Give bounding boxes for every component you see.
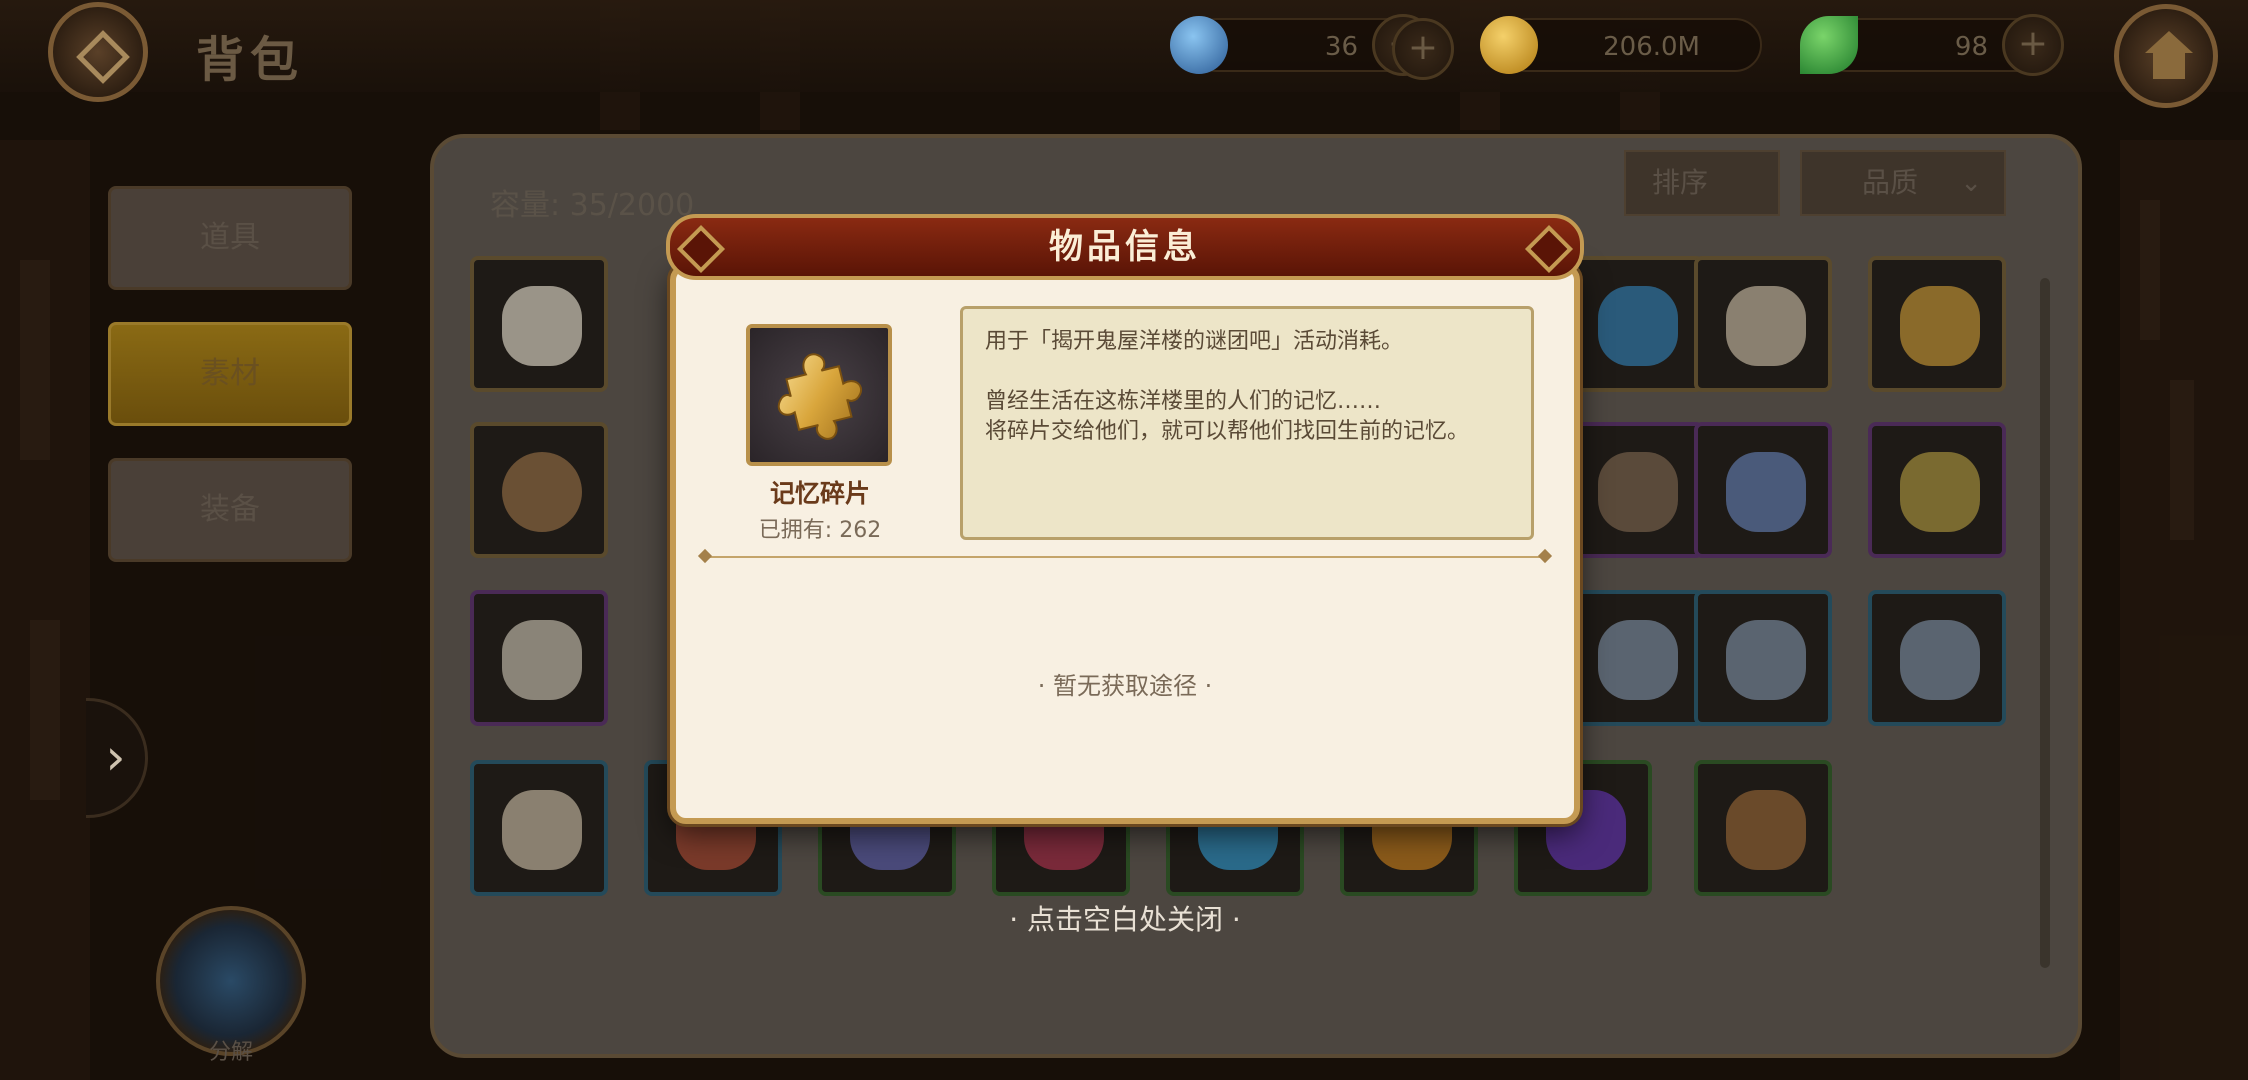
leaf-value: 98 xyxy=(1954,32,1988,62)
add-leaf-button[interactable]: + xyxy=(2002,14,2064,76)
home-button[interactable] xyxy=(2114,4,2218,108)
feather-icon xyxy=(502,286,582,366)
inventory-slot[interactable] xyxy=(470,590,608,726)
inventory-slot[interactable] xyxy=(1694,590,1832,726)
owned-value: 262 xyxy=(839,518,882,543)
description-line: 曾经生活在这栋洋楼里的人们的记忆…… xyxy=(985,389,1382,414)
banner-ornament-left xyxy=(676,224,726,274)
scroll-icon xyxy=(502,620,582,700)
add-gold-button[interactable]: + xyxy=(1392,18,1454,80)
leaf-icon xyxy=(1800,16,1858,74)
egg-icon xyxy=(502,452,582,532)
description-line: 将碎片交给他们，就可以帮他们找回生前的记忆。 xyxy=(985,419,1470,444)
no-source-text: · 暂无获取途径 · xyxy=(1037,672,1213,700)
divider xyxy=(697,548,1553,564)
diamond-icon xyxy=(1170,16,1228,74)
key-icon xyxy=(1900,620,1980,700)
quality-label: 品质 xyxy=(1862,166,1919,199)
parchment-icon xyxy=(502,790,582,870)
key-icon xyxy=(1726,620,1806,700)
decompose-button[interactable]: 分解 xyxy=(156,906,306,1065)
item-icon-frame xyxy=(746,324,892,466)
tab-items[interactable]: 道具 xyxy=(108,186,352,290)
diamond-value: 36 xyxy=(1324,32,1358,62)
puzzle-piece-icon xyxy=(1900,286,1980,366)
description-line: 用于「揭开鬼屋洋楼的谜团吧」活动消耗。 xyxy=(985,329,1404,354)
leaf-resource: 98 + xyxy=(1800,14,2064,76)
banner-ornament-right xyxy=(1524,224,1574,274)
cushion-icon xyxy=(1726,286,1806,366)
tab-materials[interactable]: 素材 xyxy=(108,322,352,426)
inventory-slot[interactable] xyxy=(470,760,608,896)
home-icon-body xyxy=(2153,53,2185,79)
capacity-label: 容量: 35/2000 xyxy=(490,188,695,223)
inventory-slot[interactable] xyxy=(1566,422,1704,558)
inventory-slot[interactable] xyxy=(1868,590,2006,726)
key-icon xyxy=(1598,620,1678,700)
puzzle-piece-icon xyxy=(777,353,863,440)
wand-icon xyxy=(1726,790,1806,870)
back-icon xyxy=(76,30,130,84)
inventory-slot[interactable] xyxy=(1868,256,2006,392)
add-gold-slot: + xyxy=(1392,18,1454,80)
item-icon xyxy=(1598,452,1678,532)
item-name: 记忆碎片 xyxy=(769,479,870,508)
blue-cloth-icon xyxy=(1598,286,1678,366)
quality-dropdown[interactable]: 品质 ⌄ xyxy=(1800,150,2006,216)
dialog-title: 物品信息 xyxy=(1049,227,1201,267)
inventory-slot[interactable] xyxy=(1694,422,1832,558)
decompose-label: 分解 xyxy=(208,1040,253,1065)
dialog-title-banner: 物品信息 xyxy=(666,214,1584,280)
inventory-slot[interactable] xyxy=(470,422,608,558)
home-icon xyxy=(2145,31,2193,53)
close-hint: · 点击空白处关闭 · xyxy=(1009,903,1241,936)
page-title: 背包 xyxy=(196,32,305,88)
owned-label: 已拥有: xyxy=(758,518,833,543)
owned-count: 已拥有: 262 xyxy=(700,512,940,544)
inventory-slot[interactable] xyxy=(1694,760,1832,896)
inventory-scrollbar[interactable] xyxy=(2040,278,2050,968)
tab-equipment[interactable]: 装备 xyxy=(108,458,352,562)
item-description: 用于「揭开鬼屋洋楼的谜团吧」活动消耗。 曾经生活在这栋洋楼里的人们的记忆…… 将… xyxy=(960,306,1534,540)
inventory-slot[interactable] xyxy=(1566,590,1704,726)
gold-coin-icon xyxy=(1480,16,1538,74)
inventory-slot[interactable] xyxy=(1694,256,1832,392)
back-button[interactable] xyxy=(48,2,148,102)
top-bar: 背包 36 + 206.0M 98 + xyxy=(0,0,2248,108)
inventory-slot[interactable] xyxy=(470,256,608,392)
sort-button[interactable]: 排序 xyxy=(1624,150,1780,216)
chevron-down-icon: ⌄ xyxy=(1960,168,1982,198)
inventory-slot[interactable] xyxy=(1868,422,2006,558)
gold-resource: 206.0M xyxy=(1480,16,1762,74)
inventory-slot[interactable] xyxy=(1566,256,1704,392)
gold-value: 206.0M xyxy=(1603,32,1700,62)
blue-flower-icon xyxy=(1726,452,1806,532)
sandwich-icon xyxy=(1900,452,1980,532)
